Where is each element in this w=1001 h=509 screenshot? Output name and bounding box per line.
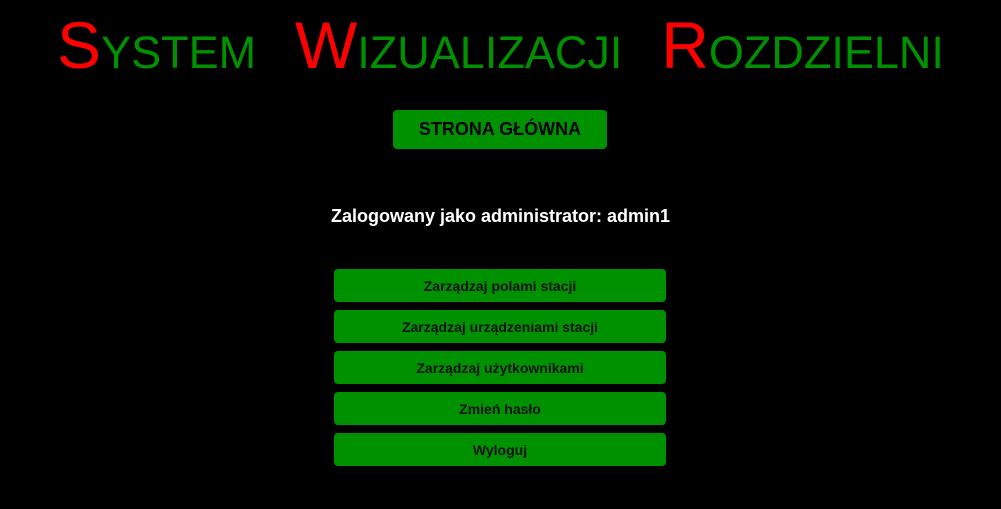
title-rest: YSTEM bbox=[101, 27, 257, 78]
site-title: SYSTEM WIZUALIZACJI ROZDZIELNI bbox=[0, 12, 1001, 78]
admin-menu: Zarządzaj polami stacji Zarządzaj urządz… bbox=[334, 269, 666, 474]
logout-button[interactable]: Wyloguj bbox=[334, 433, 666, 466]
title-rest: OZDZIELNI bbox=[708, 27, 944, 78]
title-initial: S bbox=[57, 8, 102, 82]
title-rest: IZUALIZACJI bbox=[357, 27, 623, 78]
title-word-system: SYSTEM bbox=[57, 12, 256, 78]
change-password-button[interactable]: Zmień hasło bbox=[334, 392, 666, 425]
logged-in-status: Zalogowany jako administrator: admin1 bbox=[330, 206, 671, 226]
title-initial: W bbox=[295, 8, 358, 82]
title-word-wizualizacji: WIZUALIZACJI bbox=[295, 12, 622, 78]
page: SYSTEM WIZUALIZACJI ROZDZIELNI STRONA GŁ… bbox=[0, 0, 1001, 509]
home-button[interactable]: STRONA GŁÓWNA bbox=[393, 110, 607, 149]
manage-station-fields-button[interactable]: Zarządzaj polami stacji bbox=[334, 269, 666, 302]
title-word-rozdzielni: ROZDZIELNI bbox=[661, 12, 944, 78]
manage-station-devices-button[interactable]: Zarządzaj urządzeniami stacji bbox=[334, 310, 666, 343]
title-initial: R bbox=[661, 8, 709, 82]
manage-users-button[interactable]: Zarządzaj użytkownikami bbox=[334, 351, 666, 384]
